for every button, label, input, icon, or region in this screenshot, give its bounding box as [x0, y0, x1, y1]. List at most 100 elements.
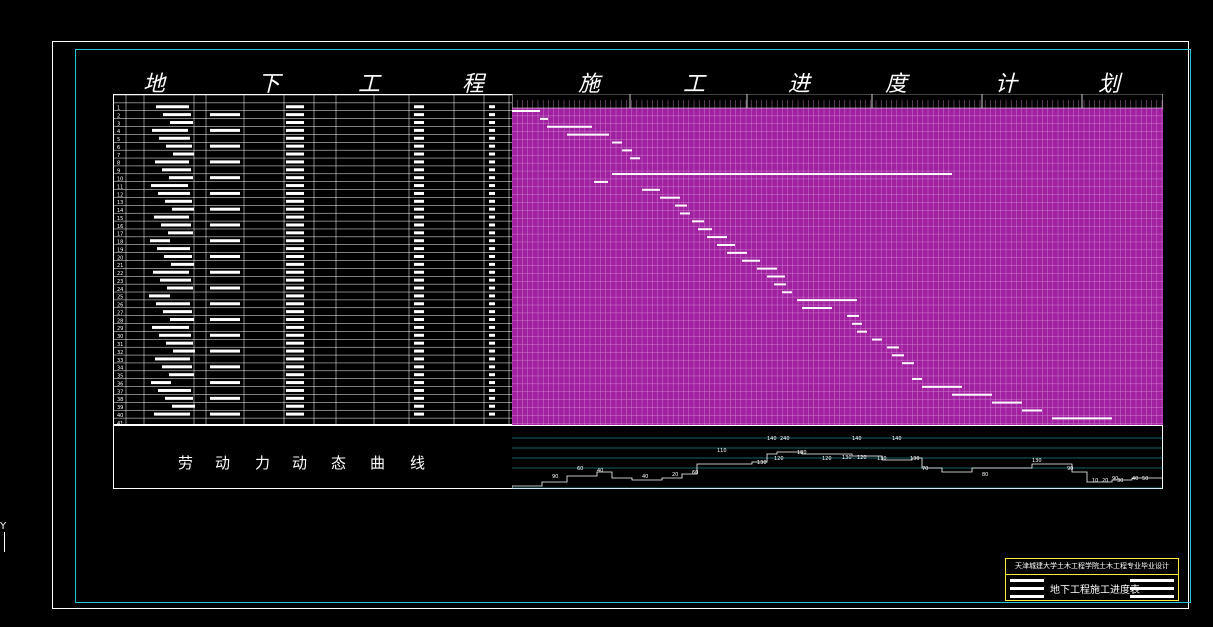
table-text	[164, 254, 192, 258]
table-text	[489, 160, 495, 164]
tb-line	[1130, 579, 1174, 582]
table-text	[286, 168, 304, 172]
row-number: 19	[117, 247, 123, 253]
labor-curve-label: 130	[1032, 458, 1042, 464]
table-text	[286, 105, 304, 109]
table-text	[414, 396, 424, 400]
task-bar	[567, 133, 609, 136]
table-text	[489, 199, 495, 203]
task-bar	[630, 157, 640, 160]
labor-curve-label: 120	[857, 455, 867, 461]
table-text	[154, 412, 190, 416]
table-text	[167, 286, 193, 290]
table-text	[165, 199, 192, 203]
row-number: 30	[117, 334, 123, 340]
table-text	[159, 136, 190, 140]
table-text	[151, 184, 188, 188]
table-text	[414, 341, 424, 345]
table-text	[152, 325, 189, 329]
table-text	[489, 207, 495, 211]
task-bar	[707, 236, 727, 239]
row-number: 13	[117, 200, 123, 206]
table-text	[172, 404, 195, 408]
table-text	[210, 365, 240, 369]
table-text	[489, 176, 495, 180]
table-text	[489, 278, 495, 282]
table-text	[414, 412, 424, 416]
table-text	[489, 302, 495, 306]
table-text	[210, 396, 240, 400]
table-text	[161, 223, 191, 227]
table-text	[286, 113, 304, 117]
labor-curve-label: 140	[767, 436, 777, 442]
row-number: 1	[117, 106, 120, 112]
task-bar	[540, 117, 548, 120]
table-text	[414, 325, 424, 329]
task-bar	[675, 204, 687, 207]
table-text	[286, 349, 304, 353]
table-text	[414, 105, 424, 109]
task-bar	[547, 125, 592, 128]
table-text	[489, 231, 495, 235]
labor-curve-label: 40	[1132, 476, 1138, 482]
row-number: 27	[117, 310, 123, 316]
table-text	[414, 136, 424, 140]
table-text	[153, 270, 189, 274]
table-text	[414, 388, 424, 392]
table-text	[286, 318, 304, 322]
table-text	[489, 373, 495, 377]
table-text	[489, 239, 495, 243]
table-text	[414, 176, 424, 180]
row-number: 35	[117, 374, 123, 380]
table-text	[414, 191, 424, 195]
table-text	[286, 262, 304, 266]
table-text	[414, 247, 424, 251]
table-text	[173, 152, 194, 156]
table-text	[172, 207, 194, 211]
table-text	[210, 113, 240, 117]
labor-curve-chart: 2001501005001402401401401101301201801201…	[512, 436, 1163, 489]
table-text	[156, 302, 190, 306]
table-text	[489, 152, 495, 156]
labor-curve-label: 20	[672, 472, 678, 478]
row-number: 23	[117, 279, 123, 285]
table-text	[156, 105, 189, 109]
task-bar	[642, 188, 660, 191]
table-text	[414, 152, 424, 156]
task-bar	[594, 180, 608, 183]
labor-curve-line	[512, 451, 1163, 488]
table-text	[210, 349, 240, 353]
table-text	[489, 388, 495, 392]
table-text	[414, 302, 424, 306]
table-text	[489, 223, 495, 227]
table-text	[166, 341, 193, 345]
table-text	[414, 121, 424, 125]
table-text	[210, 412, 240, 416]
table-text	[414, 365, 424, 369]
labor-label-char: 线	[410, 454, 426, 472]
table-text	[414, 215, 424, 219]
table-text	[414, 223, 424, 227]
task-bar	[992, 401, 1022, 404]
task-bar	[717, 243, 735, 246]
table-text	[286, 325, 304, 329]
row-number: 11	[117, 184, 123, 190]
work-item-table: 1 2 3 4 5 6 7 8 9 10 11 12 13 14 15 16 17 18 19 20 21 22 23 24 2…	[113, 94, 513, 425]
table-grid: 1234567891011121314151617181920212223242…	[114, 95, 512, 424]
table-text	[414, 349, 424, 353]
task-bar	[692, 220, 704, 223]
row-number: 15	[117, 216, 123, 222]
task-bar	[757, 267, 777, 270]
row-number: 12	[117, 192, 123, 198]
labor-curve-label: 240	[780, 436, 790, 442]
table-text	[414, 373, 424, 377]
row-number: 36	[117, 381, 123, 387]
row-number: 22	[117, 271, 123, 277]
table-text	[163, 113, 191, 117]
table-text	[168, 231, 193, 235]
tb-line	[1010, 587, 1044, 590]
table-text	[489, 381, 495, 385]
axis-y-label: Y	[0, 521, 7, 532]
table-text	[165, 396, 193, 400]
task-bar	[612, 173, 952, 176]
